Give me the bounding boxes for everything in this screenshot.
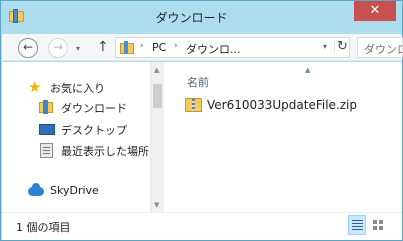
- sidebar-item-label: ダウンロード: [61, 102, 127, 115]
- zip-file-icon: [185, 98, 202, 112]
- details-view-icon: [352, 220, 363, 221]
- breadcrumb-separator-icon[interactable]: ›: [140, 41, 144, 51]
- back-button[interactable]: ←: [18, 38, 38, 58]
- refresh-icon[interactable]: ↻: [334, 39, 350, 54]
- downloads-folder-icon: [39, 100, 55, 114]
- search-placeholder: ダウンロ: [364, 43, 402, 56]
- large-icons-view-button[interactable]: [369, 215, 387, 235]
- breadcrumb-downloads[interactable]: ダウンロ...: [186, 41, 241, 57]
- recent-locations-dropdown-icon[interactable]: ▾: [76, 44, 80, 53]
- folder-icon: [120, 41, 135, 54]
- sidebar-item-label: お気に入り: [50, 82, 105, 95]
- scrollbar-thumb[interactable]: [153, 84, 162, 108]
- skydrive-cloud-icon: [28, 183, 44, 198]
- file-name: Ver610033UpdateFile.zip: [207, 98, 358, 112]
- explorer-window: ダウンロード ✕ ← → ▾ ↑ › PC › ダウンロ... ▾ ↻ ダウンロ…: [0, 0, 403, 241]
- status-bar: 1 個の項目: [2, 212, 402, 240]
- recent-places-icon: [39, 143, 55, 158]
- navigation-pane: ★ お気に入り ダウンロード デスクトップ 最近表示した場所 SkyDrive …: [2, 62, 164, 212]
- breadcrumb-separator-icon[interactable]: ›: [174, 41, 178, 51]
- sidebar-item-label: SkyDrive: [50, 184, 99, 197]
- title-bar[interactable]: ダウンロード ✕: [1, 1, 402, 34]
- window-title: ダウンロード: [155, 11, 228, 25]
- close-button[interactable]: ✕: [354, 1, 396, 21]
- details-view-button[interactable]: [348, 215, 366, 235]
- scroll-down-icon[interactable]: ▼: [154, 201, 159, 209]
- scroll-up-icon[interactable]: ▲: [154, 66, 159, 74]
- address-bar[interactable]: › PC › ダウンロ... ▾ ↻: [115, 37, 350, 58]
- sidebar-item-label: デスクトップ: [61, 124, 127, 137]
- address-toolbar: ← → ▾ ↑ › PC › ダウンロ... ▾ ↻ ダウンロ: [2, 34, 403, 61]
- file-list: 名前 ▲ Ver610033UpdateFile.zip: [165, 62, 402, 212]
- sidebar-item-label: 最近表示した場所: [61, 145, 149, 158]
- up-button[interactable]: ↑: [97, 39, 109, 55]
- star-icon: ★: [28, 78, 42, 96]
- column-header-name[interactable]: 名前: [187, 74, 209, 90]
- item-count: 1 個の項目: [16, 221, 71, 234]
- forward-button[interactable]: →: [48, 38, 68, 58]
- search-input[interactable]: ダウンロ: [357, 37, 403, 58]
- desktop-icon: [39, 122, 55, 136]
- sort-ascending-icon: ▲: [305, 66, 311, 74]
- breadcrumb-pc[interactable]: PC: [152, 41, 166, 54]
- address-dropdown-icon[interactable]: ▾: [323, 42, 327, 51]
- content-area: ★ お気に入り ダウンロード デスクトップ 最近表示した場所 SkyDrive …: [2, 62, 402, 212]
- list-item[interactable]: Ver610033UpdateFile.zip: [183, 96, 383, 116]
- large-icons-view-icon: [373, 220, 377, 224]
- navigation-scrollbar[interactable]: ▲ ▼: [150, 62, 164, 212]
